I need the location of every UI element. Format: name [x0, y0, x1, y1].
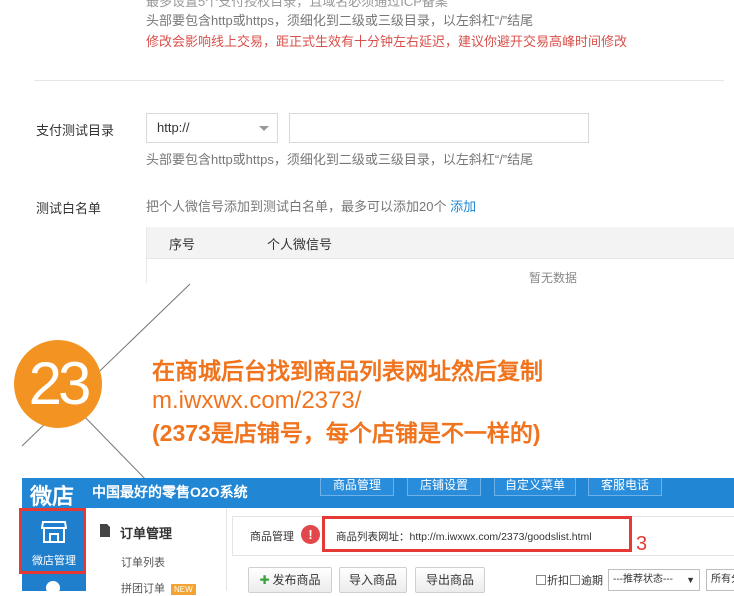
plus-icon: ✚ [259, 573, 270, 587]
overdue-checkbox[interactable]: 逾期 [570, 572, 603, 588]
all-category-select[interactable]: 所有分 [706, 569, 734, 591]
publish-goods-button[interactable]: ✚ 发布商品 [248, 567, 332, 593]
highlight-box-3 [322, 516, 632, 552]
admin-top-bar: 微店 中国最好的零售O2O系统 商品管理 店铺设置 自定义菜单 客服电话 [22, 478, 734, 509]
payment-test-dir-input[interactable] [289, 113, 589, 143]
whitelist-description: 把个人微信号添加到测试白名单，最多可以添加20个 添加 [146, 198, 476, 216]
protocol-select-value: http:// [157, 120, 190, 135]
export-goods-button[interactable]: 导出商品 [415, 567, 485, 593]
instruction-line-2: m.iwxwx.com/2373/ [152, 387, 362, 414]
discount-label: 折扣 [547, 575, 569, 587]
highlight-box-1 [19, 508, 86, 574]
submenu-item-order-list[interactable]: 订单列表 [121, 554, 165, 570]
whitelist-table-header: 序号 个人微信号 [147, 227, 734, 259]
payment-test-dir-label: 支付测试目录 [36, 123, 115, 138]
nav-custom-menu[interactable]: 自定义菜单 [494, 478, 576, 496]
checkbox-box [536, 575, 546, 585]
nav-service-phone[interactable]: 客服电话 [588, 478, 662, 496]
document-icon [100, 524, 110, 537]
payment-test-dir-hint: 头部要包含http或https，须细化到二级或三级目录，以左斜杠“/”结尾 [146, 152, 534, 167]
discount-checkbox[interactable]: 折扣 [536, 572, 569, 588]
submenu-title-orders[interactable]: 订单管理 [120, 523, 172, 542]
change-warning-text: 修改会影响线上交易，距正式生效有十分钟左右延迟，建议你避开交易高峰时间修改 [146, 34, 628, 49]
admin-slogan: 中国最好的零售O2O系统 [92, 484, 248, 500]
submenu-item-label: 拼团订单 [121, 583, 165, 595]
step-number-badge: 23 [14, 340, 102, 428]
protocol-select[interactable]: http:// [146, 113, 278, 143]
overdue-label: 逾期 [581, 575, 603, 587]
admin-submenu: 订单管理 订单列表 拼团订单 NEW [86, 508, 227, 595]
whitelist-table: 序号 个人微信号 暂无数据 [146, 227, 734, 285]
table-empty-text: 暂无数据 [529, 271, 578, 285]
recommend-status-value: ---推荐状态--- [613, 574, 673, 585]
checkbox-box [570, 575, 580, 585]
nav-store-settings[interactable]: 店铺设置 [407, 478, 481, 496]
chevron-down-icon [259, 126, 269, 131]
publish-goods-label: 发布商品 [272, 573, 321, 587]
recommend-status-select[interactable]: ---推荐状态--- ▼ [608, 569, 700, 591]
user-icon [46, 581, 60, 591]
whitelist-add-link[interactable]: 添加 [450, 199, 476, 214]
column-header-wechat-id: 个人微信号 [267, 237, 333, 252]
instruction-line-1: 在商城后台找到商品列表网址然后复制 [152, 358, 543, 384]
panel-title: 商品管理 [250, 531, 294, 543]
whitelist-label: 测试白名单 [36, 201, 102, 216]
new-badge: NEW [171, 583, 196, 595]
pointer-line-bottom [79, 411, 151, 485]
alert-icon: ! [301, 525, 320, 544]
whitelist-description-text: 把个人微信号添加到测试白名单，最多可以添加20个 [146, 199, 447, 214]
truncated-hint-text: 最多设置5个支付授权目录，且域名必须通过ICP备案 [146, 0, 448, 9]
nav-goods-management[interactable]: 商品管理 [320, 478, 394, 496]
instruction-line-3: (2373是店铺号，每个店铺是不一样的) [152, 420, 541, 446]
chevron-down-icon: ▼ [686, 575, 695, 585]
submenu-item-group-orders[interactable]: 拼团订单 NEW [121, 580, 196, 596]
section-divider [34, 80, 724, 81]
admin-logo: 微店 [30, 484, 75, 509]
import-goods-button[interactable]: 导入商品 [339, 567, 407, 593]
domain-rule-hint: 头部要包含http或https，须细化到二级或三级目录，以左斜杠“/”结尾 [146, 13, 534, 28]
marker-number-3: 3 [636, 533, 648, 555]
column-header-index: 序号 [169, 237, 196, 252]
